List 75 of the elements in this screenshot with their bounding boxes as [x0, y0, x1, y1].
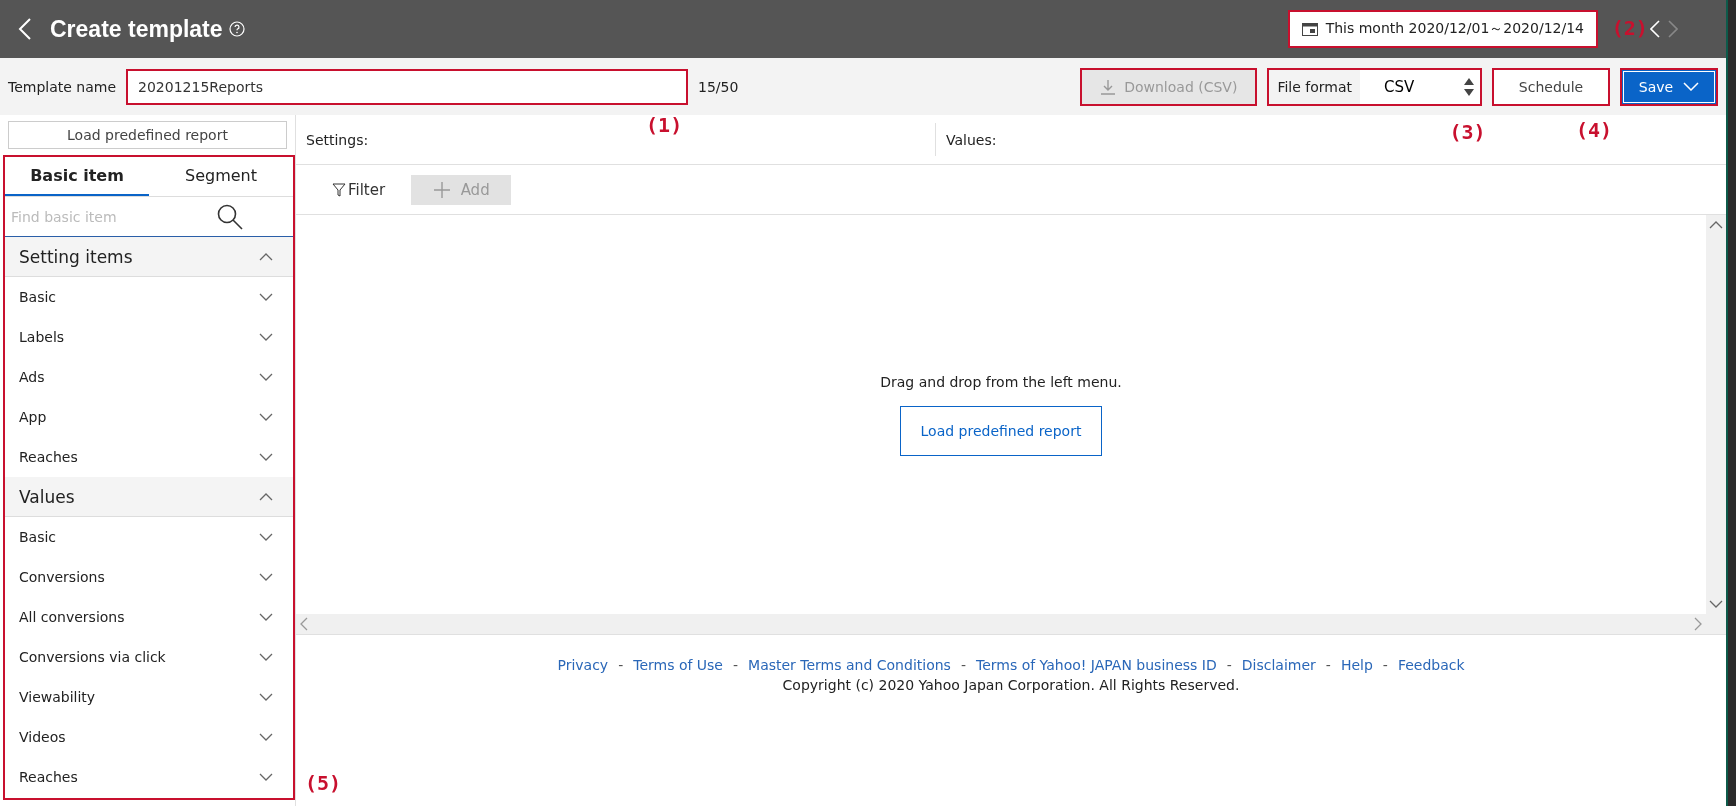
plus-icon: [432, 180, 451, 199]
annotation-label: (4): [1576, 117, 1613, 142]
chevron-down-icon: [259, 613, 273, 621]
footer-link[interactable]: Privacy: [557, 657, 609, 673]
load-predefined-report-button[interactable]: Load predefined report: [8, 121, 287, 149]
settings-label: Settings:: [306, 131, 369, 148]
filter-button[interactable]: Filter: [326, 179, 392, 200]
search-icon[interactable]: [217, 203, 243, 230]
link-separator: -: [733, 657, 739, 673]
category-item[interactable]: Conversions via click: [5, 637, 293, 677]
filter-icon: [332, 182, 346, 197]
chevron-down-icon: [1709, 600, 1723, 608]
chevron-up-icon: [1709, 221, 1723, 229]
category-item[interactable]: Conversions: [5, 557, 293, 597]
category-item[interactable]: App: [5, 397, 293, 437]
chevron-down-icon: [259, 733, 273, 741]
link-separator: -: [618, 657, 624, 673]
category-item[interactable]: Basic: [5, 517, 293, 557]
annotation-label: (3): [1449, 119, 1486, 144]
category-item[interactable]: Reaches: [5, 757, 293, 797]
chevron-down-icon: [259, 453, 273, 461]
footer-link[interactable]: Disclaimer: [1241, 657, 1316, 673]
annotation-label: (5): [305, 771, 342, 795]
chevron-up-icon: [259, 492, 273, 501]
chevron-down-icon: [259, 293, 273, 301]
chevron-up-icon: [259, 252, 273, 261]
chevron-down-icon: [259, 573, 273, 581]
link-separator: -: [960, 657, 966, 673]
category-item[interactable]: Basic: [5, 277, 293, 317]
annotation-label: (2): [1611, 16, 1648, 40]
template-name-label: Template name: [8, 78, 117, 95]
copyright-text: Copyright (c) 2020 Yahoo Japan Corporation. All Rights Reserved.: [782, 677, 1240, 693]
footer-link[interactable]: Master Terms and Conditions: [748, 657, 951, 673]
chevron-down-icon: [259, 693, 273, 701]
chevron-down-icon: [259, 373, 273, 381]
link-separator: -: [1325, 657, 1331, 673]
category-item[interactable]: All conversions: [5, 597, 293, 637]
footer-link[interactable]: Feedback: [1397, 657, 1465, 673]
link-separator: -: [1382, 657, 1388, 673]
schedule-button[interactable]: Schedule: [1492, 67, 1610, 106]
spinner-arrows-icon: [1464, 76, 1474, 97]
section-header[interactable]: Setting items: [5, 237, 293, 277]
chevron-right-icon: [1694, 617, 1702, 631]
template-name-field[interactable]: 20201215Reports: [126, 68, 689, 105]
annotation-label: (1): [646, 112, 683, 137]
save-button[interactable]: Save: [1620, 67, 1718, 106]
load-predefined-report-button[interactable]: Load predefined report: [899, 405, 1103, 456]
chevron-down-icon: [259, 773, 273, 781]
chevron-down-icon: [259, 413, 273, 421]
character-count: 15/50: [698, 78, 739, 95]
footer-link[interactable]: Terms of Yahoo! JAPAN business ID: [975, 657, 1217, 673]
category-item[interactable]: Videos: [5, 717, 293, 757]
page-title: Create template: [50, 15, 223, 43]
category-item[interactable]: Labels: [5, 317, 293, 357]
chevron-down-icon: [259, 533, 273, 541]
file-format-label: File format: [1277, 78, 1352, 95]
horizontal-scrollbar[interactable]: [296, 614, 1706, 634]
category-item[interactable]: Viewability: [5, 677, 293, 717]
calendar-icon: [1301, 22, 1318, 36]
help-icon[interactable]: [228, 21, 245, 37]
footer-link[interactable]: Terms of Use: [633, 657, 723, 673]
chevron-left-icon: [300, 617, 308, 631]
category-item[interactable]: Reaches: [5, 437, 293, 477]
link-separator: -: [1226, 657, 1232, 673]
section-header[interactable]: Values: [5, 477, 293, 517]
footer-link[interactable]: Help: [1340, 657, 1373, 673]
download-icon: [1100, 78, 1117, 95]
chevron-down-icon: [259, 653, 273, 661]
chevron-down-icon: [259, 333, 273, 341]
values-label: Values:: [946, 131, 997, 148]
empty-state-message: Drag and drop from the left menu.: [880, 373, 1122, 390]
chevron-down-icon: [1683, 82, 1700, 91]
vertical-scrollbar[interactable]: [1706, 215, 1726, 634]
category-item[interactable]: Ads: [5, 357, 293, 397]
file-format-select[interactable]: CSV: [1360, 69, 1480, 104]
